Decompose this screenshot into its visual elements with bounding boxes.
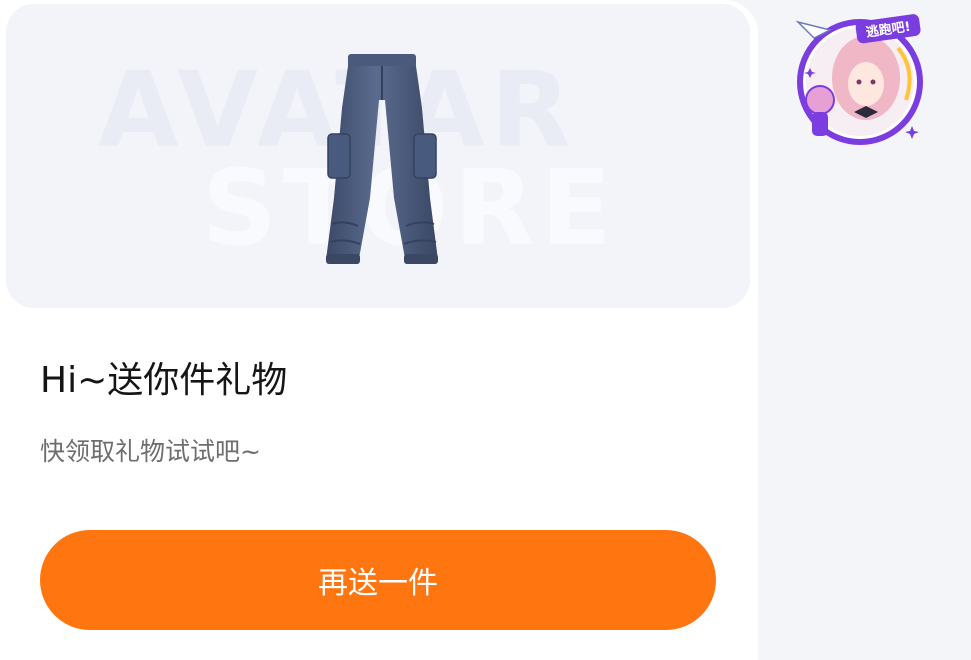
chat-area: AVATAR STORE [0, 0, 971, 660]
send-another-button[interactable]: 再送一件 [40, 530, 716, 630]
gift-product-image[interactable]: AVATAR STORE [6, 4, 750, 308]
gift-subtitle: 快领取礼物试试吧~ [40, 437, 261, 466]
sender-avatar[interactable]: 逃跑吧! [790, 8, 930, 156]
cargo-pants-icon [326, 54, 438, 264]
gift-title: Hi~送你件礼物 [40, 360, 288, 401]
gift-message-card[interactable]: AVATAR STORE [0, 0, 758, 660]
